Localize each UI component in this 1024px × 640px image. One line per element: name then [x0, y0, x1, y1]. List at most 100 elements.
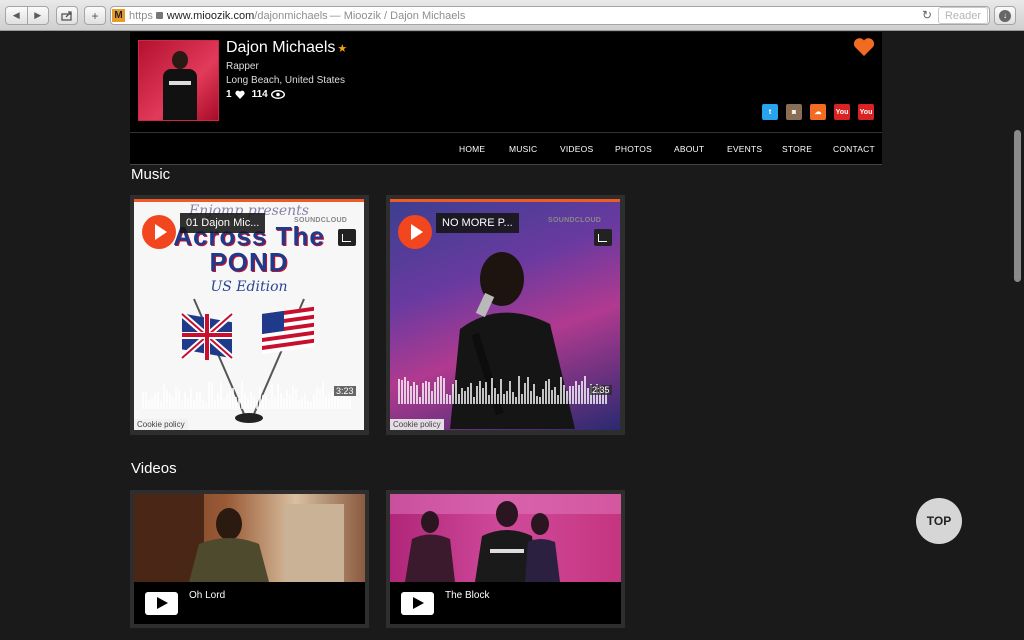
video-thumbnail-art — [390, 494, 621, 582]
share-icon[interactable] — [338, 229, 356, 246]
youtube-icon[interactable]: You — [858, 104, 874, 120]
video-card[interactable]: The Block — [386, 490, 625, 628]
share-page-button[interactable] — [56, 6, 78, 25]
track-duration: 3:23 — [334, 386, 356, 396]
share-icon[interactable] — [594, 229, 612, 246]
nav-videos[interactable]: VIDEOS — [560, 144, 593, 154]
waveform-bar — [145, 391, 147, 409]
video-title[interactable]: The Block — [445, 590, 489, 601]
waveform-bar — [563, 385, 565, 404]
cookie-policy-link[interactable]: Cookie policy — [134, 419, 188, 430]
waveform-bar — [545, 381, 547, 404]
back-to-top-button[interactable]: TOP — [916, 498, 962, 544]
waveform-bar — [560, 377, 562, 404]
soundcloud-icon[interactable]: ☁ — [810, 104, 826, 120]
artist-name: Dajon Michaels — [226, 39, 336, 56]
nav-photos[interactable]: PHOTOS — [615, 144, 652, 154]
back-icon[interactable]: ◀ — [6, 7, 28, 24]
waveform-bar — [494, 388, 496, 404]
waveform-bar — [419, 397, 421, 404]
waveform-bar — [247, 398, 249, 409]
share-icon — [61, 10, 72, 21]
waveform-bar — [280, 393, 282, 409]
nav-contact[interactable]: CONTACT — [833, 144, 875, 154]
forward-icon[interactable]: ▶ — [28, 7, 49, 24]
soundcloud-logo[interactable]: SOUNDCLOUD — [548, 217, 601, 224]
video-card[interactable]: Oh Lord — [130, 490, 369, 628]
artist-location: Long Beach, United States — [226, 75, 345, 86]
waveform-bar — [443, 378, 445, 404]
play-icon[interactable] — [401, 592, 434, 615]
soundcloud-player: NO MORE P... SOUNDCLOUD 2:35 Cookie poli… — [386, 195, 625, 435]
new-tab-button[interactable]: + — [84, 6, 106, 25]
track-title[interactable]: 01 Dajon Mic... — [180, 213, 266, 233]
artist-stats: 1 114 — [226, 89, 285, 100]
waveform-bar — [163, 384, 165, 409]
waveform-bar — [283, 398, 285, 409]
waveform-bar — [211, 382, 213, 409]
waveform-bar — [479, 381, 481, 404]
play-button[interactable] — [142, 215, 176, 249]
waveform-bar — [554, 387, 556, 404]
views-count: 114 — [251, 89, 268, 100]
waveform-bar — [476, 386, 478, 404]
waveform-bar — [521, 394, 523, 404]
waveform-bar — [455, 380, 457, 404]
waveform-bar — [187, 398, 189, 409]
waveform-bar — [485, 382, 487, 404]
artwork-subtitle: POND — [209, 247, 289, 277]
reader-button[interactable]: Reader — [938, 7, 988, 24]
waveform-bar — [413, 382, 415, 404]
nav-store[interactable]: STORE — [782, 144, 812, 154]
waveform-bar — [271, 383, 273, 409]
soundcloud-logo[interactable]: SOUNDCLOUD — [294, 217, 347, 224]
waveform-bar — [304, 393, 306, 409]
artist-avatar[interactable] — [138, 40, 219, 121]
waveform[interactable] — [398, 374, 608, 404]
waveform-bar — [524, 383, 526, 404]
youtube-icon[interactable]: You — [834, 104, 850, 120]
twitter-icon[interactable]: t — [762, 104, 778, 120]
waveform-bar — [349, 398, 351, 409]
nav-about[interactable]: ABOUT — [674, 144, 704, 154]
video-title[interactable]: Oh Lord — [189, 590, 225, 601]
nav-events[interactable]: EVENTS — [727, 144, 762, 154]
track-artwork[interactable]: Enjomp presents Across The POND US Editi… — [134, 199, 364, 430]
waveform-bar — [578, 385, 580, 404]
video-thumbnail[interactable] — [390, 494, 621, 582]
likes-count: 1 — [226, 89, 232, 100]
instagram-icon[interactable]: ◙ — [786, 104, 802, 120]
scrollbar-thumb[interactable] — [1014, 130, 1021, 282]
waveform-bar — [160, 401, 162, 409]
favorite-heart-icon[interactable] — [853, 37, 875, 57]
waveform-bar — [289, 394, 291, 409]
video-thumbnail[interactable] — [134, 494, 365, 582]
track-artwork[interactable]: NO MORE P... SOUNDCLOUD 2:35 Cookie poli… — [390, 199, 620, 430]
waveform-bar — [506, 391, 508, 404]
address-bar[interactable]: https www.mioozik.com /dajonmichaels — M… — [110, 6, 990, 25]
waveform-bar — [452, 384, 454, 404]
waveform-bar — [166, 390, 168, 409]
downloads-button[interactable]: ↓ — [994, 6, 1016, 25]
waveform-bar — [482, 388, 484, 404]
reload-icon[interactable]: ↻ — [922, 8, 932, 22]
play-icon[interactable] — [145, 592, 178, 615]
video-info-bar: The Block — [390, 582, 621, 624]
waveform-bar — [515, 397, 517, 404]
waveform-bar — [533, 384, 535, 404]
waveform-bar — [473, 397, 475, 404]
waveform-bar — [190, 388, 192, 409]
play-button[interactable] — [398, 215, 432, 249]
heart-icon — [234, 90, 245, 99]
nav-home[interactable]: HOME — [459, 144, 485, 154]
scrollbar-track[interactable] — [1010, 32, 1024, 640]
waveform-bar — [250, 391, 252, 409]
nav-music[interactable]: MUSIC — [509, 144, 537, 154]
track-title[interactable]: NO MORE P... — [436, 213, 519, 233]
waveform-bar — [151, 398, 153, 409]
lock-icon — [155, 12, 163, 19]
waveform[interactable] — [142, 379, 352, 409]
waveform-bar — [235, 397, 237, 409]
cookie-policy-link[interactable]: Cookie policy — [390, 419, 444, 430]
back-forward-buttons[interactable]: ◀ ▶ — [5, 6, 49, 25]
